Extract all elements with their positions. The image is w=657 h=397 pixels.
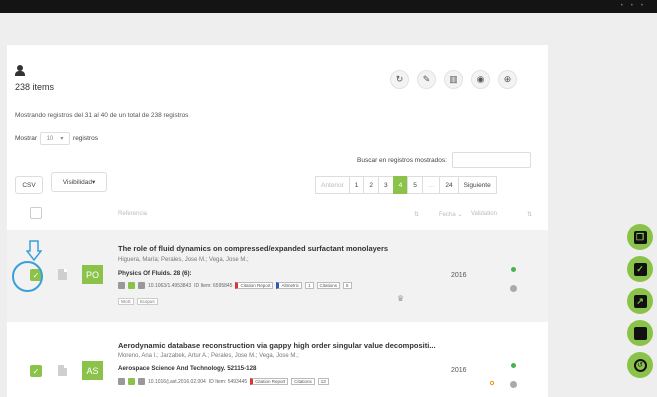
row-checkbox[interactable]: ✓ — [30, 365, 42, 377]
edit-icon[interactable]: ✎ — [417, 70, 436, 89]
altmetric-badge[interactable]: Altmetric — [276, 282, 302, 289]
record-title[interactable]: The role of fluid dynamics on compressed… — [118, 244, 388, 253]
undo-icon[interactable]: ↻ — [390, 70, 409, 89]
citations-count: 5 — [343, 282, 352, 289]
type-tag: PO — [82, 265, 103, 284]
sort-icon: ⇅ — [414, 212, 420, 218]
search-label: Buscar en registros mostrados: — [357, 157, 447, 164]
doi[interactable]: 10.1063/1.4953843 — [148, 283, 191, 289]
length-control: Mostrar 10 ▾ registros — [15, 132, 98, 145]
page-5[interactable]: 5 — [407, 176, 423, 194]
document-icon — [58, 269, 67, 280]
item-id: ID Item: 5493445 — [208, 378, 248, 385]
page-2[interactable]: 2 — [363, 176, 380, 194]
type-tag: AS — [82, 361, 103, 380]
index-chips: WoS Scopus — [118, 298, 158, 305]
validate-button[interactable]: ✓ — [627, 256, 653, 282]
record-journal: Aerospace Science And Technology. 52115-… — [118, 365, 257, 372]
page-1[interactable]: 1 — [348, 176, 365, 194]
search-reset-icon: ↺ — [633, 358, 647, 372]
page-3[interactable]: 3 — [378, 176, 394, 194]
citations-badge[interactable]: Citations — [291, 378, 315, 385]
open-access-lock-icon[interactable]: ჿ — [490, 377, 494, 388]
trophy-icon: ♛ — [397, 294, 405, 303]
table-row: ✓ PO The role of fluid dynamics on compr… — [7, 230, 548, 322]
check-icon[interactable] — [128, 378, 135, 385]
checkbox-icon: ✓ — [633, 262, 647, 276]
results-panel: 238 items ↻ ✎ ▥ ◉ ⊕ Mostrando registros … — [7, 45, 548, 397]
stats-icon[interactable] — [138, 282, 145, 289]
length-select[interactable]: 10 ▾ — [40, 132, 71, 145]
share-icon: ↗ — [633, 294, 647, 308]
mendeley-badge[interactable]: Citation Report — [250, 378, 289, 385]
sort-icon: ⇅ — [527, 212, 533, 218]
length-suffix: registros — [73, 135, 98, 142]
open-access-icon[interactable] — [510, 285, 517, 292]
record-title[interactable]: Aerodynamic database reconstruction via … — [118, 341, 436, 350]
toolbar: ↻ ✎ ▥ ◉ ⊕ — [390, 70, 517, 89]
record-meta: 10.1016/j.ast.2016.02.004 ID Item: 54934… — [118, 378, 329, 385]
browser-top-bar: ••• — [0, 0, 657, 13]
chevron-down-icon: ▾ — [60, 136, 64, 142]
user-icon — [15, 65, 25, 77]
stats-icon[interactable] — [138, 378, 145, 385]
showing-info: Mostrando registros del 31 al 40 de un t… — [15, 112, 189, 119]
visibility-button[interactable]: Visibilidad ▾ — [51, 172, 107, 192]
record-year: 2016 — [451, 272, 467, 279]
zoom-in-icon[interactable]: ⊕ — [498, 70, 517, 89]
mendeley-badge[interactable]: Citation Report — [235, 282, 274, 289]
page-24[interactable]: 24 — [439, 176, 459, 194]
column-reference[interactable]: Referencia — [118, 211, 147, 217]
page-ellipsis: … — [421, 176, 441, 194]
select-all-checkbox[interactable] — [30, 207, 42, 219]
items-count: 238 items — [15, 82, 55, 92]
citations-count: 13 — [317, 378, 329, 385]
arrow-down-icon — [26, 240, 42, 262]
copy-button[interactable]: ❐ — [627, 224, 653, 250]
citations-badge[interactable]: Citations — [316, 282, 341, 289]
chip-scopus[interactable]: Scopus — [136, 298, 158, 305]
doi[interactable]: 10.1016/j.ast.2016.02.004 — [148, 379, 206, 385]
table-row: ✓ AS Aerodynamic database reconstruction… — [7, 332, 548, 397]
open-access-icon[interactable] — [510, 381, 517, 388]
eye-icon[interactable]: ◉ — [471, 70, 490, 89]
institution-icon[interactable]: ▥ — [444, 70, 463, 89]
record-authors: Higuera, María; Perales, Jose M.; Vega, … — [118, 257, 249, 263]
file-icon — [633, 326, 647, 340]
column-validation[interactable]: Validation — [471, 211, 497, 217]
highlight-circle — [12, 261, 43, 292]
copy-icon: ❐ — [633, 230, 647, 244]
chip-wos[interactable]: WoS — [118, 298, 134, 305]
record-journal: Physics Of Fluids. 28 (6): — [118, 270, 192, 277]
document-icon — [58, 365, 67, 376]
record-authors: Moreno, Ana I.; Jarzabek, Artur A.; Pera… — [118, 353, 299, 359]
altmetric-count: 1 — [305, 282, 314, 289]
check-icon[interactable] — [128, 282, 135, 289]
validated-dot — [511, 363, 516, 368]
file-button[interactable] — [627, 320, 653, 346]
csv-button[interactable]: CSV — [15, 176, 43, 194]
record-meta: 10.1063/1.4953843 ID Item: 6595845 Citat… — [118, 282, 352, 289]
record-year: 2016 — [451, 367, 467, 374]
caret-down-icon: ▾ — [91, 179, 96, 186]
menu-icon[interactable] — [118, 378, 125, 385]
search-reset-button[interactable]: ↺ — [627, 352, 653, 378]
page-4[interactable]: 4 — [392, 176, 409, 194]
item-id: ID Item: 6595845 — [194, 282, 233, 289]
page-prev[interactable]: Anterior — [315, 176, 350, 194]
length-label: Mostrar — [15, 135, 38, 142]
window-controls: ••• — [620, 3, 651, 9]
validated-dot — [511, 267, 516, 272]
menu-icon[interactable] — [118, 282, 125, 289]
search-input[interactable] — [452, 152, 531, 168]
share-button[interactable]: ↗ — [627, 288, 653, 314]
pagination: Anterior 1 2 3 4 5 … 24 Siguiente — [315, 176, 497, 194]
column-date[interactable]: Fecha ⌄ — [439, 211, 462, 218]
page-next[interactable]: Siguiente — [457, 176, 497, 194]
